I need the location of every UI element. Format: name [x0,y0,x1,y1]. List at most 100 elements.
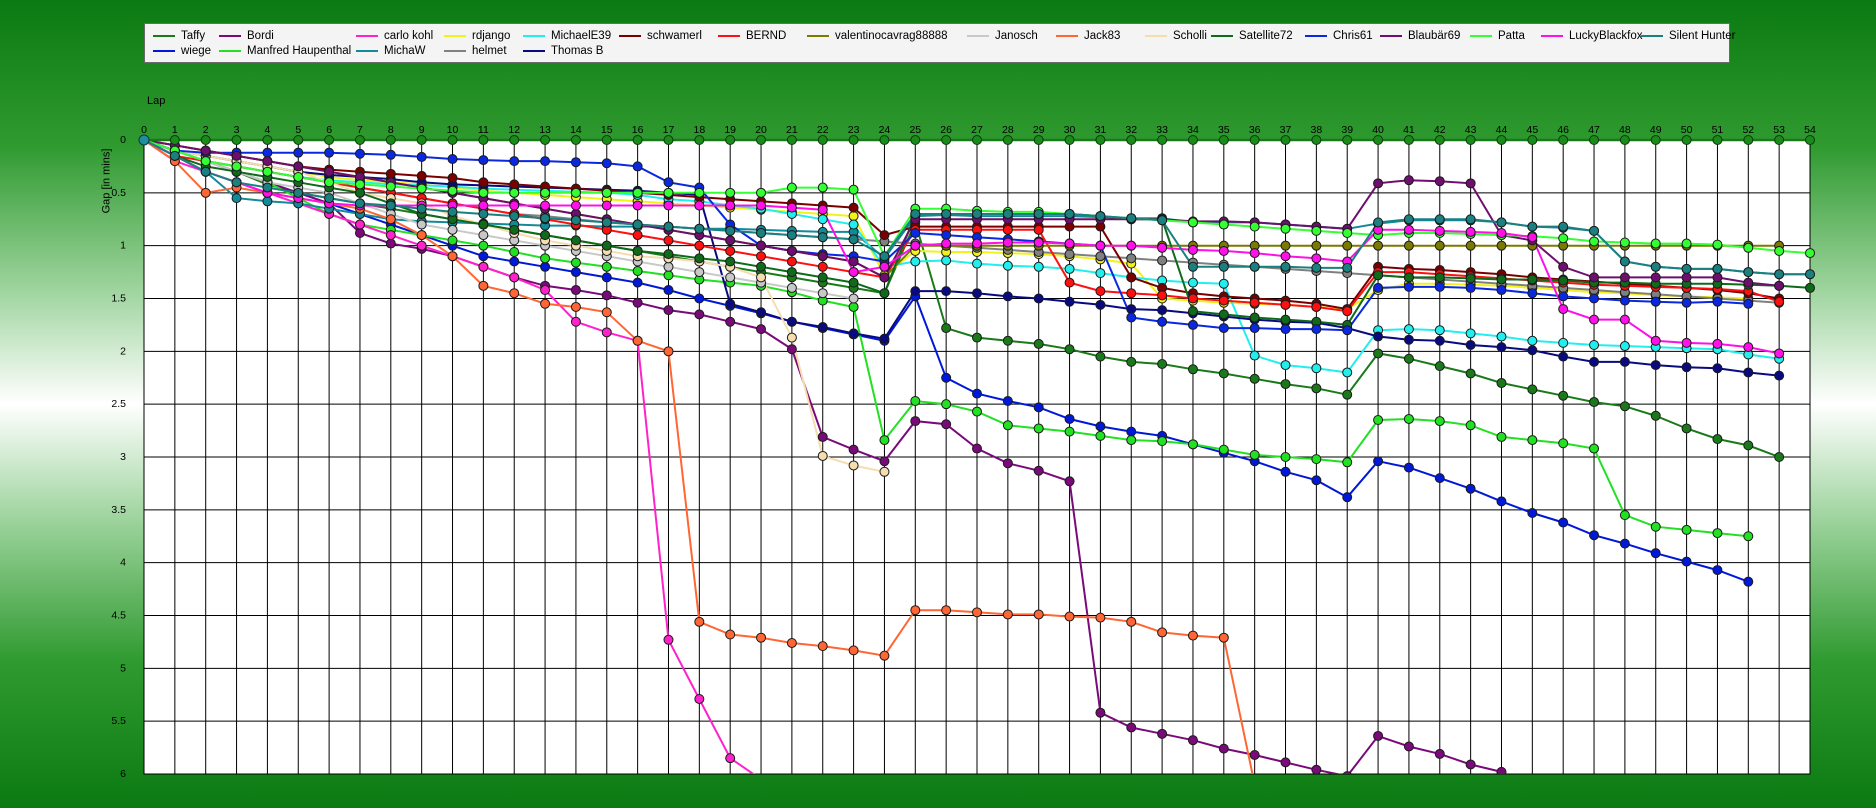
data-point [1496,240,1507,251]
data-point [1558,438,1569,449]
data-point [416,170,427,181]
data-point [1496,331,1507,342]
data-point [817,272,828,283]
data-point [1218,323,1229,334]
data-point [879,650,890,661]
data-point [1650,521,1661,532]
data-point [1249,297,1260,308]
x-tick-label: 35 [1218,124,1230,136]
leader-point [1126,135,1137,145]
data-point [910,208,921,219]
data-point [293,171,304,182]
data-point [848,328,859,339]
data-point [1095,430,1106,441]
leader-point [1157,135,1168,145]
leader-point [694,135,705,145]
data-point [262,196,273,207]
data-point [1064,344,1075,355]
data-point [1619,341,1630,352]
data-point [1342,367,1353,378]
data-point [756,187,767,198]
data-point [1373,331,1384,342]
data-point [1805,282,1815,293]
data-point [1496,285,1507,296]
data-point [1033,261,1044,272]
data-point [1311,240,1322,251]
data-point [663,221,674,232]
data-point [817,204,828,215]
leader-point [1589,135,1600,145]
data-point [1403,413,1414,424]
data-point [941,238,952,249]
leader-point [293,135,304,145]
data-point [1126,356,1137,367]
data-point [848,460,859,471]
data-point [601,240,612,251]
data-point [1342,227,1353,238]
data-point [1712,338,1723,349]
data-point [1465,214,1476,225]
data-point [1157,728,1168,739]
y-tick-label: 0 [120,134,126,146]
data-point [941,372,952,383]
data-point [1681,263,1692,274]
data-point [756,324,767,335]
x-tick-label: 8 [388,124,394,136]
data-point [1465,273,1476,284]
y-tick-label: 5.5 [111,715,126,727]
data-point [941,286,952,297]
data-point [663,305,674,316]
data-point [1311,262,1322,273]
data-point [1774,245,1785,256]
data-point [1218,632,1229,643]
data-point [786,230,797,241]
x-tick-label: 27 [971,124,983,136]
leader-point [817,135,828,145]
data-point [1589,356,1600,367]
data-point [817,450,828,461]
data-point [663,235,674,246]
data-point [1712,272,1723,283]
leader-point [1558,135,1569,145]
data-point [231,161,242,172]
data-point [1064,413,1075,424]
data-point [1434,325,1445,336]
leader-point [910,135,921,145]
data-point [1249,248,1260,259]
data-point [941,399,952,410]
data-point [570,267,581,278]
leader-point [1002,135,1013,145]
data-point [848,293,859,304]
data-point [509,256,520,267]
data-point [1403,324,1414,335]
leader-point [385,135,396,145]
data-point [1342,492,1353,503]
data-point [1403,334,1414,345]
leader-point [663,135,674,145]
data-point [725,256,736,267]
data-point [324,177,335,188]
data-point [1403,214,1414,225]
data-point [1064,611,1075,622]
x-tick-label: 51 [1712,124,1724,136]
x-tick-label: 46 [1557,124,1569,136]
data-point [1187,735,1198,746]
data-point [1681,238,1692,249]
leader-point [1496,135,1507,145]
data-point [1589,530,1600,541]
data-point [1095,351,1106,362]
data-point [756,632,767,643]
data-point [1249,350,1260,361]
x-tick-label: 40 [1372,124,1384,136]
leader-point [756,135,767,145]
x-tick-label: 5 [295,124,301,136]
data-point [1774,348,1785,359]
data-point [601,290,612,301]
data-point [1187,261,1198,272]
data-point [324,147,335,158]
data-point [694,293,705,304]
data-point [231,177,242,188]
data-point [1249,373,1260,384]
data-point [1496,431,1507,442]
data-point [1033,423,1044,434]
